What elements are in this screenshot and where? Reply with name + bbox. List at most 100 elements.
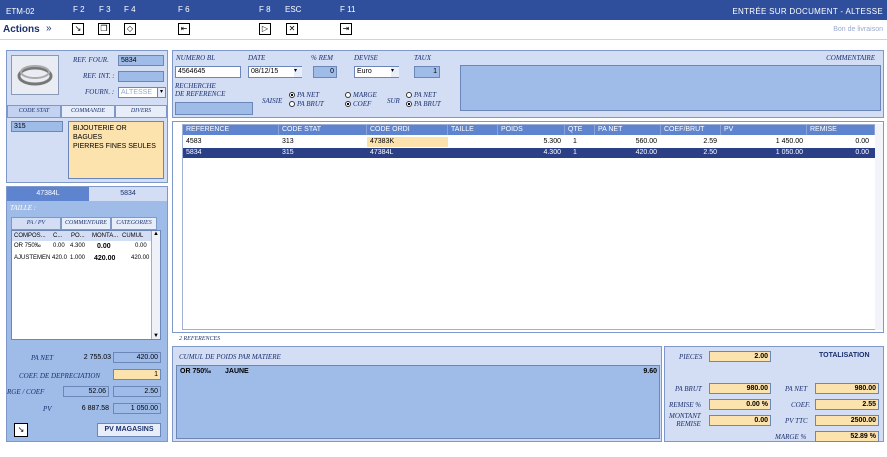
marge-input[interactable]: 52.06: [63, 386, 109, 397]
devise-label: DEVISE: [354, 54, 378, 62]
pv-input[interactable]: 1 050.00: [113, 403, 161, 414]
radio-coef[interactable]: COEF: [345, 100, 371, 108]
edit-icon[interactable]: ↘: [14, 423, 28, 437]
taux-label: TAUX: [414, 54, 431, 62]
item-detail-panel: 47384L 5834 TAILLE : PA / PV COMMENTAIRE…: [6, 186, 168, 442]
totals-panel: PIECES 2.00 TOTALISATION PA BRUT 980.00 …: [664, 346, 884, 442]
f8-key[interactable]: F 8: [259, 5, 271, 14]
radio-marge[interactable]: MARGE: [345, 91, 377, 99]
item-tab-5834[interactable]: 5834: [89, 187, 167, 201]
col-coef-brut[interactable]: COEF/BRUT: [661, 125, 721, 135]
recherche-label: RECHERCHE DE REFERENCE: [175, 82, 226, 98]
close-icon[interactable]: ✕: [286, 23, 298, 35]
cumul-material: OR 750‰: [180, 368, 212, 375]
taux-input[interactable]: 1: [414, 66, 440, 78]
tab-divers[interactable]: DIVERS: [115, 105, 167, 118]
coef-depreciation-label: COEF. DE DEPRECIATION: [19, 372, 101, 380]
coef-total-value: 2.55: [815, 399, 879, 410]
f11-key[interactable]: F 11: [340, 5, 355, 14]
window-title: ENTRÉE SUR DOCUMENT - ALTESSE: [732, 7, 883, 16]
reference-count: 2 REFERENCES: [179, 336, 221, 342]
import-icon[interactable]: ⇤: [178, 23, 190, 35]
export-icon[interactable]: ⇥: [340, 23, 352, 35]
table-row[interactable]: 4583 313 47383K 5.300 1 560.00 2.59 1 45…: [183, 137, 875, 147]
tab-pa-pv[interactable]: PA / PV: [11, 217, 61, 230]
table-row-selected[interactable]: 5834 315 47384L 4.300 1 420.00 2.50 1 05…: [183, 148, 875, 158]
fourn-label: FOURN. :: [85, 88, 115, 96]
col-remise[interactable]: REMISE: [807, 125, 875, 135]
category-description: BIJOUTERIE OR BAGUES PIERRES FINES SEULE…: [68, 121, 164, 179]
col-taille[interactable]: TAILLE: [448, 125, 498, 135]
col-pv[interactable]: PV: [721, 125, 807, 135]
col-poids[interactable]: POIDS: [498, 125, 565, 135]
pa-net-input[interactable]: 420.00: [113, 352, 161, 363]
tab-categories[interactable]: CATEGORIES: [111, 217, 157, 230]
radio-pa-brut[interactable]: PA BRUT: [289, 100, 324, 108]
f2-key[interactable]: F 2: [73, 5, 85, 14]
cumul-color: JAUNE: [225, 368, 249, 375]
radio-sur-pa-brut[interactable]: PA BRUT: [406, 100, 441, 108]
edit-icon[interactable]: ↘: [72, 23, 84, 35]
chevron-up-icon[interactable]: ▲: [152, 231, 160, 237]
actions-menu[interactable]: Actions: [3, 24, 40, 35]
table-row[interactable]: OR 750‰ 0.00 4.300 0.00 0.00: [12, 243, 152, 253]
ref-int-input[interactable]: [118, 71, 164, 82]
composition-header: COMPOS... C... PO... MONTA... CUMUL: [12, 231, 152, 241]
remise-input[interactable]: 0: [313, 66, 337, 78]
pa-net-total-value: 980.00: [815, 383, 879, 394]
recherche-input[interactable]: [175, 102, 253, 115]
chevron-down-icon[interactable]: »: [46, 23, 52, 34]
coef-input[interactable]: 2.50: [113, 386, 161, 397]
play-icon[interactable]: ▷: [259, 23, 271, 35]
coef-depreciation-input[interactable]: 1: [113, 369, 161, 380]
esc-key[interactable]: ESC: [285, 5, 301, 14]
sur-label: SUR: [387, 97, 400, 105]
chevron-down-icon[interactable]: ▼: [152, 333, 160, 339]
tab-code-stat[interactable]: CODE STAT: [7, 105, 61, 118]
chevron-down-icon[interactable]: ▾: [157, 87, 166, 98]
pa-brut-label: PA BRUT: [675, 385, 702, 393]
remise-label: % REM: [311, 54, 333, 62]
col-reference[interactable]: REFERENCE: [183, 125, 279, 135]
marge-pct-label: MARGE %: [775, 433, 807, 441]
col-qte[interactable]: QTE: [565, 125, 595, 135]
saisie-label: SAISIE: [262, 97, 283, 105]
tab-commentaire[interactable]: COMMENTAIRE: [61, 217, 111, 230]
pv-magasins-button[interactable]: PV MAGASINS: [97, 423, 161, 437]
code-stat-input[interactable]: 315: [11, 121, 63, 132]
radio-pa-net[interactable]: PA NET: [289, 91, 319, 99]
marge-coef-label: RGE / COEF: [7, 388, 45, 396]
f4-key[interactable]: F 4: [124, 5, 136, 14]
f3-key[interactable]: F 3: [99, 5, 111, 14]
fourn-select[interactable]: ALTESSE: [118, 87, 158, 98]
col-pa-net[interactable]: PA NET: [595, 125, 661, 135]
document-header: NUMERO BL 4564645 DATE 08/12/15 ▾ % REM …: [172, 50, 884, 118]
copy-icon[interactable]: ❐: [98, 23, 110, 35]
table-row[interactable]: AJUSTEMEN 420.0 1.000 420.00 420.00: [12, 255, 152, 265]
scrollbar[interactable]: ▲ ▼: [151, 231, 160, 339]
chevron-down-icon[interactable]: ▾: [391, 67, 399, 77]
item-panel: REF. FOUR. 5834 REF. INT. : FOURN. : ALT…: [6, 50, 168, 183]
lines-table-area: REFERENCE CODE STAT CODE ORDI TAILLE POI…: [172, 121, 884, 342]
table-scrollbar[interactable]: [875, 124, 883, 330]
col-code-stat[interactable]: CODE STAT: [279, 125, 367, 135]
commentaire-input[interactable]: [460, 65, 881, 111]
marge-pct-value: 52.89 %: [815, 431, 879, 442]
diamond-icon[interactable]: ◇: [124, 23, 136, 35]
date-label: DATE: [248, 54, 266, 62]
tab-commande[interactable]: COMMANDE: [61, 105, 115, 118]
cumul-list: OR 750‰ JAUNE 9.60: [176, 365, 660, 439]
f6-key[interactable]: F 6: [178, 5, 190, 14]
item-tab-47384l[interactable]: 47384L: [7, 187, 89, 201]
radio-sur-pa-net[interactable]: PA NET: [406, 91, 436, 99]
ref-four-label: REF. FOUR.: [73, 56, 109, 64]
title-bar: ETM-02 F 2 F 3 F 4 F 6 F 8 ESC F 11 ENTR…: [0, 0, 887, 20]
chevron-down-icon[interactable]: ▾: [294, 67, 302, 77]
ref-four-input[interactable]: 5834: [118, 55, 164, 66]
commentaire-label: COMMENTAIRE: [826, 54, 875, 62]
col-code-ordi[interactable]: CODE ORDI: [367, 125, 448, 135]
cumul-panel: CUMUL DE POIDS PAR MATIERE OR 750‰ JAUNE…: [172, 346, 662, 442]
numero-bl-input[interactable]: 4564645: [175, 66, 241, 78]
coef-total-label: COEF.: [791, 401, 811, 409]
pieces-label: PIECES: [679, 353, 703, 361]
